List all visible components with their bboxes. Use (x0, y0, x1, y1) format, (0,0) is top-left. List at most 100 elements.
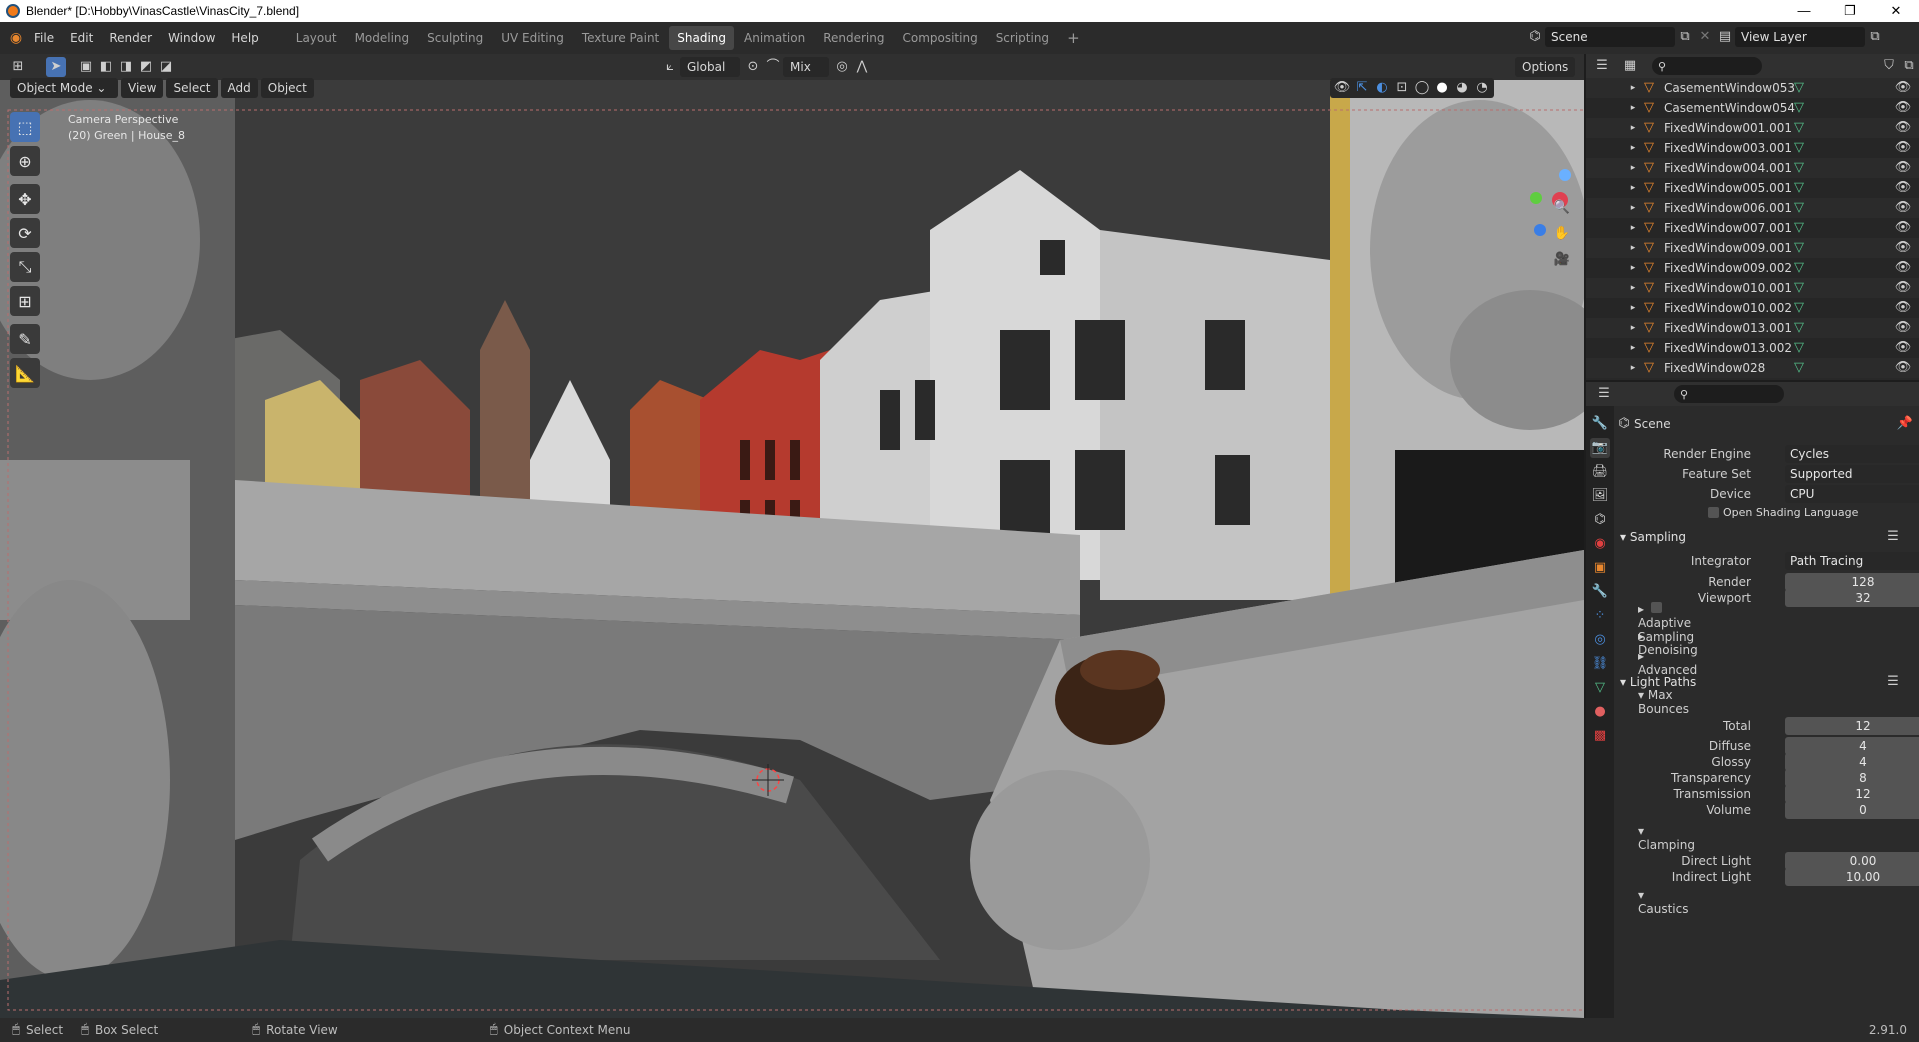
move-tool-icon[interactable]: ✥ (10, 184, 40, 214)
eye-icon[interactable]: 👁 (1893, 198, 1913, 218)
transform-orientation-dropdown[interactable]: Global (680, 57, 740, 77)
xray-icon[interactable]: ⊡ (1392, 78, 1412, 98)
outliner-search-input[interactable]: ⚲ (1652, 57, 1762, 75)
tab-compositing[interactable]: Compositing (894, 26, 985, 50)
pan-hand-icon[interactable]: ✋ (1552, 224, 1572, 244)
view-layer-icon[interactable]: ▤ (1715, 27, 1735, 47)
clamping-panel[interactable]: ▾ Clamping (1638, 824, 1695, 852)
annotate-tool-icon[interactable]: ✎ (10, 324, 40, 354)
select-menu[interactable]: Select (166, 78, 218, 98)
expand-arrow-icon[interactable]: ▸ (1626, 278, 1640, 298)
tab-sculpting[interactable]: Sculpting (419, 26, 491, 50)
add-workspace-button[interactable]: + (1059, 26, 1088, 50)
indirect-light-field[interactable]: 10.00 (1785, 868, 1919, 886)
material-shading-icon[interactable]: ◕ (1452, 78, 1472, 98)
light-paths-presets-icon[interactable]: ☰ (1883, 672, 1903, 692)
expand-arrow-icon[interactable]: ▸ (1626, 178, 1640, 198)
expand-arrow-icon[interactable]: ▸ (1626, 118, 1640, 138)
mode-dropdown[interactable]: Object Mode ⌄ (10, 78, 118, 98)
expand-arrow-icon[interactable]: ▸ (1626, 158, 1640, 178)
total-field[interactable]: 12 (1785, 717, 1919, 735)
mesh-data-icon[interactable]: ▽ (1789, 78, 1809, 98)
new-collection-icon[interactable]: ⧉ (1899, 56, 1919, 76)
mesh-data-icon[interactable]: ▽ (1789, 278, 1809, 298)
expand-arrow-icon[interactable]: ▸ (1626, 358, 1640, 378)
expand-arrow-icon[interactable]: ▸ (1626, 138, 1640, 158)
display-mode-icon[interactable]: ▦ (1620, 56, 1640, 76)
expand-arrow-icon[interactable]: ▸ (1626, 98, 1640, 118)
mesh-data-icon[interactable]: ▽ (1789, 118, 1809, 138)
tab-modeling[interactable]: Modeling (347, 26, 418, 50)
eye-icon[interactable]: 👁 (1893, 338, 1913, 358)
mesh-data-icon[interactable]: ▽ (1789, 158, 1809, 178)
scale-tool-icon[interactable]: ⤡ (10, 252, 40, 282)
proportional-edit-icon[interactable]: ◎ (832, 57, 852, 77)
tab-rendering[interactable]: Rendering (815, 26, 892, 50)
outliner-item[interactable]: ▸ ▽ FixedWindow013.001 ▽ 👁 (1586, 318, 1919, 338)
menu-edit[interactable]: Edit (62, 26, 101, 50)
select-mode-invert-icon[interactable]: ◩ (136, 57, 156, 77)
cursor-tool-icon[interactable]: ⊕ (10, 146, 40, 176)
snap-mode-dropdown[interactable]: Mix (783, 57, 829, 77)
eye-icon[interactable]: 👁 (1893, 78, 1913, 98)
expand-arrow-icon[interactable]: ▸ (1626, 238, 1640, 258)
view-layer-tab-icon[interactable]: 🖼 (1590, 486, 1610, 506)
view-menu[interactable]: View (121, 78, 164, 98)
mesh-data-icon[interactable]: ▽ (1789, 178, 1809, 198)
sampling-presets-icon[interactable]: ☰ (1883, 527, 1903, 547)
outliner-item[interactable]: ▸ ▽ FixedWindow006.001 ▽ 👁 (1586, 198, 1919, 218)
mesh-data-icon[interactable]: ▽ (1789, 258, 1809, 278)
expand-arrow-icon[interactable]: ▸ (1626, 298, 1640, 318)
expand-arrow-icon[interactable]: ▸ (1626, 198, 1640, 218)
data-tab-icon[interactable]: ▽ (1590, 678, 1610, 698)
overlay-icon[interactable]: ◐ (1372, 78, 1392, 98)
properties-editor-icon[interactable]: ☰ (1594, 384, 1614, 404)
new-view-layer-icon[interactable]: ⧉ (1865, 27, 1885, 47)
scene-icon[interactable]: ⌬ (1525, 27, 1545, 47)
properties-search-input[interactable]: ⚲ (1674, 385, 1784, 403)
feature-set-dropdown[interactable]: Supported (1785, 465, 1919, 483)
tab-scripting[interactable]: Scripting (988, 26, 1057, 50)
mesh-data-icon[interactable]: ▽ (1789, 198, 1809, 218)
eye-icon[interactable]: 👁 (1893, 258, 1913, 278)
render-engine-dropdown[interactable]: Cycles (1785, 445, 1919, 463)
modifier-tab-icon[interactable]: 🔧 (1590, 582, 1610, 602)
outliner-item[interactable]: ▸ ▽ FixedWindow009.001 ▽ 👁 (1586, 238, 1919, 258)
wireframe-shading-icon[interactable]: ◯ (1412, 78, 1432, 98)
menu-help[interactable]: Help (223, 26, 266, 50)
transform-orientation-icon[interactable]: ⟀ (660, 57, 680, 77)
select-box-tool-icon[interactable]: ⬚ (10, 112, 40, 142)
outliner-item[interactable]: ▸ ▽ CasementWindow054 ▽ 👁 (1586, 98, 1919, 118)
scene-tab-icon[interactable]: ⌬ (1590, 510, 1610, 530)
measure-tool-icon[interactable]: 📐 (10, 358, 40, 388)
eye-icon[interactable]: 👁 (1893, 318, 1913, 338)
expand-arrow-icon[interactable]: ▸ (1626, 318, 1640, 338)
select-mode-new-icon[interactable]: ▣ (76, 57, 96, 77)
select-mode-intersect-icon[interactable]: ◪ (156, 57, 176, 77)
mesh-data-icon[interactable]: ▽ (1789, 238, 1809, 258)
mesh-data-icon[interactable]: ▽ (1789, 98, 1809, 118)
select-tool-icon[interactable]: ➤ (46, 57, 66, 77)
expand-arrow-icon[interactable]: ▸ (1626, 258, 1640, 278)
light-paths-panel-header[interactable]: ▾ Light Paths (1620, 675, 1696, 689)
filter-icon[interactable]: ⛉ (1879, 56, 1899, 76)
outliner-item[interactable]: ▸ ▽ FixedWindow004.001 ▽ 👁 (1586, 158, 1919, 178)
outliner-item[interactable]: ▸ ▽ FixedWindow028 ▽ 👁 (1586, 358, 1919, 378)
outliner-item[interactable]: ▸ ▽ FixedWindow010.001 ▽ 👁 (1586, 278, 1919, 298)
viewport-samples-field[interactable]: 32 (1785, 589, 1919, 607)
eye-icon[interactable]: 👁 (1893, 358, 1913, 378)
outliner-item[interactable]: ▸ ▽ FixedWindow001.001 ▽ 👁 (1586, 118, 1919, 138)
outliner-item[interactable]: ▸ ▽ CasementWindow053 ▽ 👁 (1586, 78, 1919, 98)
eye-icon[interactable]: 👁 (1893, 218, 1913, 238)
close-button[interactable]: ✕ (1873, 0, 1919, 22)
texture-tab-icon[interactable]: ▩ (1590, 726, 1610, 746)
mesh-data-icon[interactable]: ▽ (1789, 298, 1809, 318)
new-scene-icon[interactable]: ⧉ (1675, 27, 1695, 47)
physics-tab-icon[interactable]: ◎ (1590, 630, 1610, 650)
sampling-panel-header[interactable]: ▾ Sampling (1620, 530, 1686, 544)
camera-view-icon[interactable]: 🎥 (1552, 250, 1572, 270)
rotate-tool-icon[interactable]: ⟳ (10, 218, 40, 248)
minimize-button[interactable]: — (1781, 0, 1827, 22)
tab-texture-paint[interactable]: Texture Paint (574, 26, 667, 50)
object-menu[interactable]: Object (260, 78, 314, 98)
